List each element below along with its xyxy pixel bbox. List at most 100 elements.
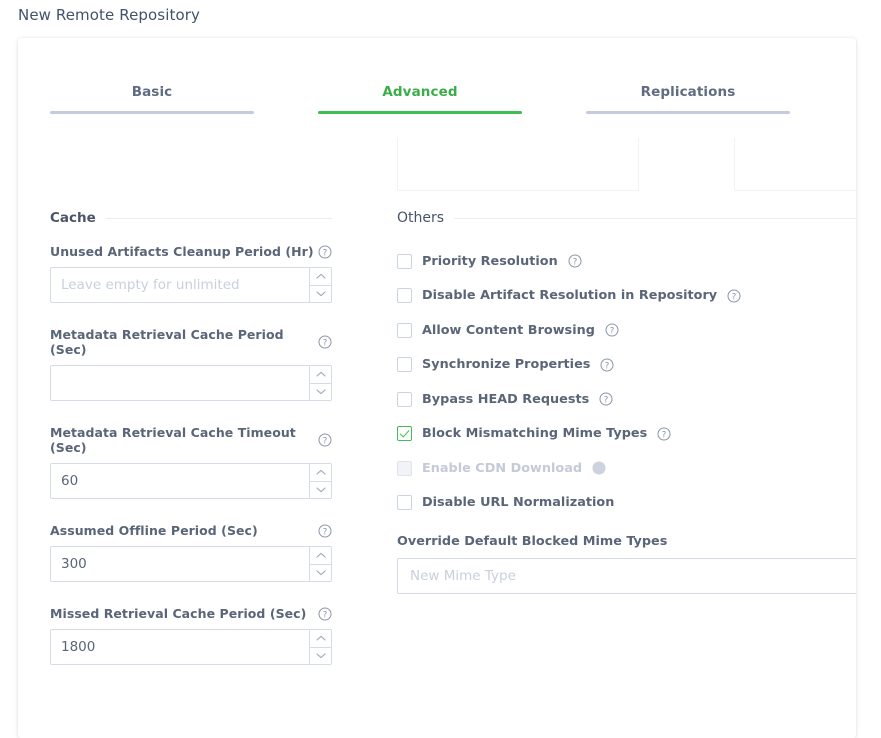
chevron-down-icon[interactable] xyxy=(310,481,331,499)
field-label-row: Unused Artifacts Cleanup Period (Hr)? xyxy=(50,244,332,259)
number-input[interactable] xyxy=(51,630,309,664)
svg-text:?: ? xyxy=(605,361,610,371)
scrolled-off-field-1 xyxy=(397,138,639,191)
field-label: Metadata Retrieval Cache Timeout (Sec) xyxy=(50,425,318,455)
checkbox-checked[interactable] xyxy=(397,426,412,441)
new-mime-type-input[interactable] xyxy=(397,558,856,594)
checkbox-label: Block Mismatching Mime Types xyxy=(422,426,647,441)
help-circle-icon[interactable]: ? xyxy=(318,433,332,447)
svg-text:?: ? xyxy=(323,436,328,446)
number-input-wrapper xyxy=(50,463,332,499)
field-label: Assumed Offline Period (Sec) xyxy=(50,523,258,538)
checkbox-row[interactable]: Synchronize Properties? xyxy=(397,348,856,383)
field-label: Missed Retrieval Cache Period (Sec) xyxy=(50,606,306,621)
page-title: New Remote Repository xyxy=(18,6,200,24)
checkbox-unchecked[interactable] xyxy=(397,323,412,338)
help-circle-icon: ? xyxy=(592,461,606,475)
number-input[interactable] xyxy=(51,547,309,581)
svg-text:?: ? xyxy=(604,396,609,406)
others-section-title: Others xyxy=(397,210,444,226)
chevron-up-icon[interactable] xyxy=(310,366,331,383)
help-circle-icon[interactable]: ? xyxy=(605,323,619,337)
chevron-up-icon[interactable] xyxy=(310,630,331,647)
number-input[interactable] xyxy=(51,268,309,302)
checkbox-label: Priority Resolution xyxy=(422,254,558,269)
svg-text:?: ? xyxy=(323,338,328,348)
help-circle-icon[interactable]: ? xyxy=(599,392,613,406)
chevron-down-icon[interactable] xyxy=(310,564,331,582)
checkbox-label: Allow Content Browsing xyxy=(422,323,595,338)
chevron-down-icon[interactable] xyxy=(310,285,331,303)
section-divider xyxy=(106,218,332,219)
svg-text:?: ? xyxy=(572,258,577,268)
tab-advanced-label: Advanced xyxy=(286,76,554,100)
number-input[interactable] xyxy=(51,366,309,400)
help-circle-icon[interactable]: ? xyxy=(568,254,582,268)
scrolled-off-field-2 xyxy=(734,138,856,191)
checkbox-row[interactable]: Disable URL Normalization xyxy=(397,486,856,521)
others-section-header: Others xyxy=(397,210,856,226)
help-circle-icon[interactable]: ? xyxy=(727,289,741,303)
chevron-up-icon[interactable] xyxy=(310,464,331,481)
others-checkbox-list: Priority Resolution?Disable Artifact Res… xyxy=(397,244,856,520)
tab-basic[interactable]: Basic xyxy=(18,76,286,128)
number-stepper xyxy=(309,268,331,302)
number-stepper xyxy=(309,547,331,581)
tab-basic-label: Basic xyxy=(18,76,286,100)
chevron-up-icon[interactable] xyxy=(310,547,331,564)
tab-replications[interactable]: Replications xyxy=(554,76,822,128)
help-circle-icon[interactable]: ? xyxy=(318,607,332,621)
checkbox-unchecked[interactable] xyxy=(397,357,412,372)
number-input-wrapper xyxy=(50,546,332,582)
checkbox-unchecked[interactable] xyxy=(397,392,412,407)
checkbox-row[interactable]: Priority Resolution? xyxy=(397,244,856,279)
svg-text:?: ? xyxy=(323,248,328,258)
section-divider xyxy=(454,218,856,219)
svg-text:?: ? xyxy=(597,465,602,475)
checkbox-label: Bypass HEAD Requests xyxy=(422,392,589,407)
checkbox-unchecked[interactable] xyxy=(397,254,412,269)
override-blocked-mime-types-block: Override Default Blocked Mime Types xyxy=(397,534,856,594)
cache-field: Metadata Retrieval Cache Timeout (Sec)? xyxy=(50,425,332,499)
cache-field: Assumed Offline Period (Sec)? xyxy=(50,523,332,582)
cache-field: Unused Artifacts Cleanup Period (Hr)? xyxy=(50,244,332,303)
checkbox-unchecked[interactable] xyxy=(397,288,412,303)
tab-advanced[interactable]: Advanced xyxy=(286,76,554,128)
chevron-down-icon[interactable] xyxy=(310,383,331,401)
help-circle-icon[interactable]: ? xyxy=(318,524,332,538)
others-column: Others Priority Resolution?Disable Artif… xyxy=(397,210,856,594)
tab-replications-underline xyxy=(586,111,790,114)
checkbox-label: Synchronize Properties xyxy=(422,357,590,372)
cache-field: Metadata Retrieval Cache Period (Sec)? xyxy=(50,327,332,401)
number-stepper xyxy=(309,464,331,498)
help-circle-icon[interactable]: ? xyxy=(600,358,614,372)
chevron-down-icon[interactable] xyxy=(310,647,331,665)
cache-field: Missed Retrieval Cache Period (Sec)? xyxy=(50,606,332,665)
tab-advanced-underline xyxy=(318,111,522,114)
number-stepper xyxy=(309,630,331,664)
svg-text:?: ? xyxy=(610,327,615,337)
tab-basic-underline xyxy=(50,111,254,114)
new-remote-repository-card: Basic Advanced Replications Cache Unused… xyxy=(18,38,856,738)
chevron-up-icon[interactable] xyxy=(310,268,331,285)
number-input-wrapper xyxy=(50,629,332,665)
help-circle-icon[interactable]: ? xyxy=(657,427,671,441)
cache-section-title: Cache xyxy=(50,210,96,226)
help-circle-icon[interactable]: ? xyxy=(318,335,332,349)
checkbox-row[interactable]: Disable Artifact Resolution in Repositor… xyxy=(397,279,856,314)
number-stepper xyxy=(309,366,331,400)
override-blocked-mime-types-label: Override Default Blocked Mime Types xyxy=(397,534,856,549)
checkbox-unchecked[interactable] xyxy=(397,495,412,510)
field-label-row: Metadata Retrieval Cache Period (Sec)? xyxy=(50,327,332,357)
checkbox-row[interactable]: Block Mismatching Mime Types? xyxy=(397,417,856,452)
svg-text:?: ? xyxy=(662,430,667,440)
number-input[interactable] xyxy=(51,464,309,498)
svg-text:?: ? xyxy=(323,610,328,620)
tab-replications-label: Replications xyxy=(554,76,822,100)
checkbox-row[interactable]: Bypass HEAD Requests? xyxy=(397,382,856,417)
checkbox-unchecked xyxy=(397,461,412,476)
checkbox-row[interactable]: Allow Content Browsing? xyxy=(397,313,856,348)
help-circle-icon[interactable]: ? xyxy=(318,245,332,259)
field-label: Unused Artifacts Cleanup Period (Hr) xyxy=(50,244,314,259)
cache-column: Cache Unused Artifacts Cleanup Period (H… xyxy=(50,210,332,689)
